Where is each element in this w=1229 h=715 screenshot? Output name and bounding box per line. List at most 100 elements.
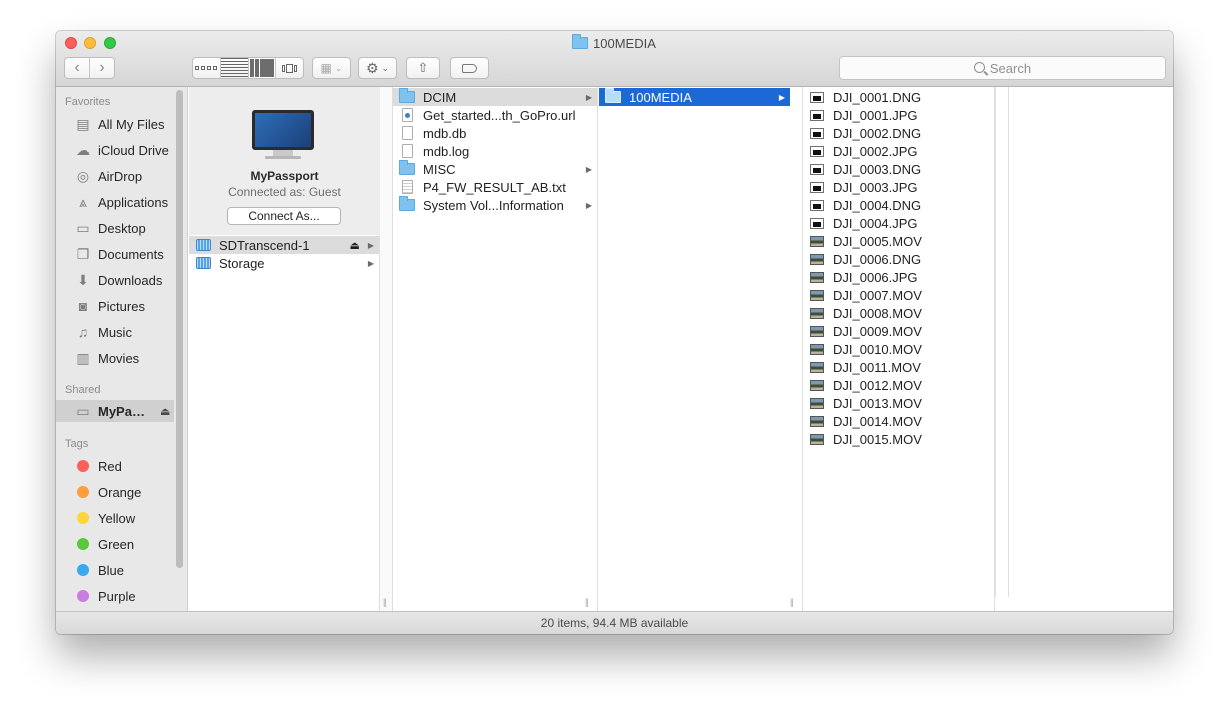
list-item[interactable]: mdb.log xyxy=(393,142,597,160)
blue-tag-icon xyxy=(77,564,89,576)
list-item[interactable]: DJI_0004.JPG xyxy=(803,214,994,232)
list-item[interactable]: DJI_0004.DNG xyxy=(803,196,994,214)
cover-flow-button[interactable] xyxy=(275,58,303,78)
documents-icon: ❐ xyxy=(76,245,90,262)
list-item[interactable]: Storage ▶ xyxy=(189,254,379,272)
list-item[interactable]: SDTranscend-1 ⏏ ▶ xyxy=(189,236,379,254)
list-item[interactable]: 100MEDIA ▶ xyxy=(599,88,790,106)
list-item[interactable]: DJI_0015.MOV xyxy=(803,430,994,448)
item-label: SDTranscend-1 xyxy=(219,237,310,253)
resize-handle-icon[interactable]: || xyxy=(383,597,387,607)
connect-as-button[interactable]: Connect As... xyxy=(227,207,341,225)
sidebar-item-icloud-drive[interactable]: ☁ iCloud Drive xyxy=(56,139,174,161)
eject-icon[interactable]: ⏏ xyxy=(349,239,359,252)
list-item[interactable]: DJI_0007.MOV xyxy=(803,286,994,304)
sidebar-tag-green[interactable]: Green xyxy=(56,533,174,555)
sidebar-item-label: Orange xyxy=(98,484,142,500)
sidebar-tag-orange[interactable]: Orange xyxy=(56,481,174,503)
list-item[interactable]: DJI_0002.JPG xyxy=(803,142,994,160)
sidebar-item-documents[interactable]: ❐ Documents xyxy=(56,243,174,265)
arrange-button[interactable]: ▦ ⌄ xyxy=(312,57,351,79)
sidebar-item-downloads[interactable]: ⬇ Downloads xyxy=(56,269,174,291)
column-divider[interactable]: || xyxy=(380,87,393,611)
sidebar-item-all-my-files[interactable]: ▤ All My Files xyxy=(56,113,174,135)
tag-color-icon xyxy=(75,484,91,500)
sidebar-item-label: All My Files xyxy=(98,116,165,132)
disclosure-arrow-icon: ▶ xyxy=(778,92,785,102)
item-label: DJI_0005.MOV xyxy=(833,233,922,249)
sidebar-item-desktop[interactable]: ▭ Desktop xyxy=(56,217,174,239)
list-item[interactable]: mdb.db xyxy=(393,124,597,142)
list-item[interactable]: DJI_0005.MOV xyxy=(803,232,994,250)
video-file-icon xyxy=(809,288,825,302)
list-item[interactable]: DJI_0003.JPG xyxy=(803,178,994,196)
sidebar-item-label: Green xyxy=(98,536,135,552)
search-field[interactable]: Search xyxy=(839,56,1166,80)
list-item[interactable]: System Vol...Information ▶ xyxy=(393,196,597,214)
sidebar-item-movies[interactable]: ▥ Movies xyxy=(56,347,174,369)
action-button[interactable]: ⚙ ⌄ xyxy=(358,57,397,79)
list-item[interactable]: DJI_0006.JPG xyxy=(803,268,994,286)
server-name: MyPassport xyxy=(250,169,319,183)
image-file-icon xyxy=(809,126,825,140)
sidebar-item-pictures[interactable]: ◙ Pictures xyxy=(56,295,174,317)
list-item[interactable]: DJI_0009.MOV xyxy=(803,322,994,340)
downloads-icon: ⬇ xyxy=(77,271,89,288)
list-item[interactable]: Get_started...th_GoPro.url xyxy=(393,106,597,124)
item-label: DJI_0009.MOV xyxy=(833,323,922,339)
sidebar-item-airdrop[interactable]: ◎ AirDrop xyxy=(56,165,174,187)
close-window-button[interactable] xyxy=(65,37,77,49)
sidebar-item-label: MyPassport xyxy=(98,403,150,419)
sidebar-item-music[interactable]: ♫ Music xyxy=(56,321,174,343)
sidebar-tag-purple[interactable]: Purple xyxy=(56,585,174,607)
sidebar-item-mypassport[interactable]: ▭ MyPassport ⏏ xyxy=(56,400,174,422)
column-view-button[interactable] xyxy=(247,58,276,78)
connection-status: Connected as: Guest xyxy=(228,185,341,199)
folder-icon xyxy=(399,160,415,176)
sidebar-scrollbar[interactable] xyxy=(176,90,183,568)
video-file-icon xyxy=(809,378,825,392)
sidebar-tag-blue[interactable]: Blue xyxy=(56,559,174,581)
list-item[interactable]: MISC ▶ xyxy=(393,160,597,178)
disclosure-arrow-icon: ▶ xyxy=(585,164,592,174)
list-item[interactable]: DJI_0001.DNG xyxy=(803,88,994,106)
share-button[interactable]: ⇧ xyxy=(406,57,440,79)
list-view-button[interactable] xyxy=(219,58,248,78)
sidebar-item-applications[interactable]: ⩓ Applications xyxy=(56,191,174,213)
minimize-window-button[interactable] xyxy=(84,37,96,49)
drive-icon xyxy=(195,256,211,270)
resize-handle-icon[interactable]: || xyxy=(585,597,589,607)
list-item[interactable]: DJI_0008.MOV xyxy=(803,304,994,322)
list-item[interactable]: DCIM ▶ xyxy=(393,88,597,106)
url-file-icon xyxy=(399,108,415,122)
list-view-icon xyxy=(220,58,248,78)
list-item[interactable]: P4_FW_RESULT_AB.txt xyxy=(393,178,597,196)
sidebar-tag-red[interactable]: Red xyxy=(56,455,174,477)
list-item[interactable]: DJI_0001.JPG xyxy=(803,106,994,124)
item-label: mdb.db xyxy=(423,125,467,141)
sidebar-tag-yellow[interactable]: Yellow xyxy=(56,507,174,529)
list-item[interactable]: DJI_0014.MOV xyxy=(803,412,994,430)
edit-tags-button[interactable] xyxy=(450,57,489,79)
resize-handle-icon[interactable]: || xyxy=(790,597,794,607)
list-item[interactable]: DJI_0002.DNG xyxy=(803,124,994,142)
list-item[interactable]: DJI_0013.MOV xyxy=(803,394,994,412)
disclosure-arrow-icon: ▶ xyxy=(367,258,374,268)
sidebar-header-tags: Tags xyxy=(65,438,89,450)
icon-view-button[interactable] xyxy=(193,58,220,78)
chevron-left-icon: ‹ xyxy=(74,59,80,76)
list-item[interactable]: DJI_0011.MOV xyxy=(803,358,994,376)
sidebar-item-label: iCloud Drive xyxy=(98,142,169,158)
image-file-icon xyxy=(809,162,825,176)
forward-button[interactable]: › xyxy=(89,58,114,78)
back-button[interactable]: ‹ xyxy=(65,58,89,78)
zoom-window-button[interactable] xyxy=(104,37,116,49)
list-item[interactable]: DJI_0012.MOV xyxy=(803,376,994,394)
toolbar: 100MEDIA ‹ › ▦ ⌄ ⚙ ⌄ ⇧ Search xyxy=(56,31,1173,87)
eject-icon[interactable]: ⏏ xyxy=(160,405,170,418)
item-label: DCIM xyxy=(423,89,457,105)
list-item[interactable]: DJI_0003.DNG xyxy=(803,160,994,178)
arrange-icon: ▦ xyxy=(320,61,332,75)
list-item[interactable]: DJI_0010.MOV xyxy=(803,340,994,358)
list-item[interactable]: DJI_0006.DNG xyxy=(803,250,994,268)
